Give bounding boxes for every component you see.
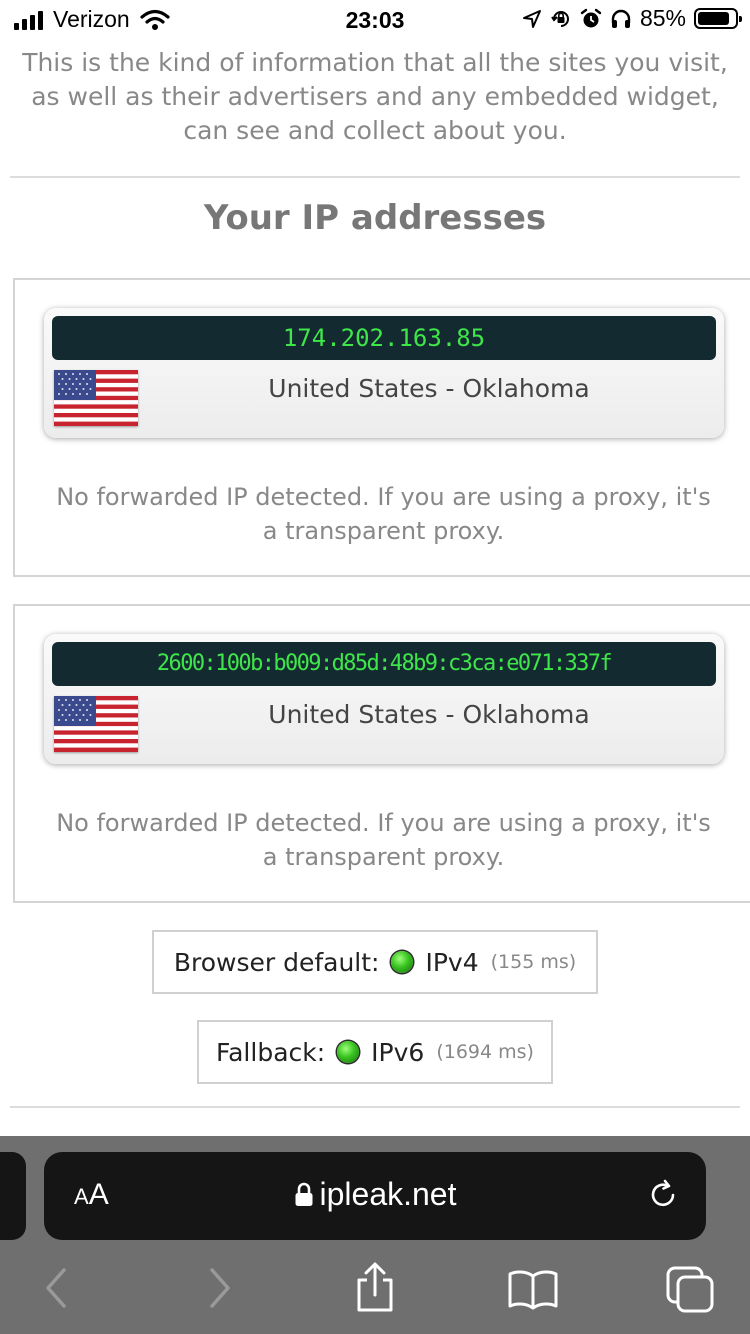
fallback-box: Fallback: IPv6 (1694 ms) — [197, 1020, 553, 1084]
lock-icon — [295, 1182, 312, 1206]
forwarded-ip-note: No forwarded IP detected. If you are usi… — [56, 483, 711, 545]
back-icon[interactable] — [40, 1266, 74, 1310]
intro-text: This is the kind of information that all… — [22, 48, 728, 145]
orientation-lock-icon — [551, 10, 569, 27]
browser-default-box: Browser default: IPv4 (155 ms) — [152, 930, 598, 994]
status-led-icon — [391, 951, 414, 973]
fallback-protocol: IPv6 — [371, 1037, 425, 1067]
fallback-latency: (1694 ms) — [436, 1041, 534, 1063]
browser-default-protocol: IPv4 — [425, 947, 479, 977]
address-bar[interactable]: AA ipleak.net — [44, 1152, 706, 1240]
share-icon[interactable] — [352, 1262, 398, 1314]
tabs-icon[interactable] — [664, 1264, 716, 1314]
alarm-icon — [580, 8, 602, 27]
ip-location: United States - Oklahoma — [268, 374, 590, 403]
ip-address: 174.202.163.85 — [52, 316, 716, 360]
ip-panel-ipv6: 2600:100b:b009:d85d:48b9:c3ca:e071:337f — [13, 604, 750, 903]
browser-default-latency: (155 ms) — [490, 951, 577, 973]
forwarded-ip-note: No forwarded IP detected. If you are usi… — [56, 809, 711, 871]
bookmarks-icon[interactable] — [506, 1268, 560, 1310]
ip-location: United States - Oklahoma — [268, 700, 590, 729]
url-display[interactable]: ipleak.net — [44, 1176, 706, 1213]
divider — [10, 1106, 740, 1108]
browser-default-label: Browser default: — [173, 947, 380, 977]
headphones-icon — [611, 9, 631, 28]
ip-panel-ipv4: 174.202.163.85 United States - Oklahoma … — [13, 278, 750, 577]
fallback-label: Fallback: — [216, 1037, 326, 1067]
ip-card: 174.202.163.85 United States - Oklahoma — [44, 308, 724, 438]
ip-card: 2600:100b:b009:d85d:48b9:c3ca:e071:337f — [44, 634, 724, 764]
us-flag-icon — [54, 696, 138, 752]
url-text: ipleak.net — [319, 1176, 457, 1212]
divider — [10, 176, 740, 178]
battery-percent: 85% — [639, 5, 686, 31]
location-arrow-icon — [522, 9, 541, 28]
status-bar: Verizon 23:03 85% — [0, 0, 750, 40]
battery-icon — [694, 8, 742, 29]
status-led-icon — [337, 1041, 360, 1063]
reload-icon[interactable] — [646, 1178, 680, 1212]
previous-tab-preview[interactable] — [0, 1152, 26, 1240]
us-flag-icon — [54, 370, 138, 426]
browser-toolbar — [0, 1256, 750, 1326]
browser-bottom-bar: AA ipleak.net — [0, 1136, 750, 1334]
section-title: Your IP addresses — [203, 198, 547, 238]
battery-fill — [698, 12, 729, 25]
forward-icon[interactable] — [202, 1266, 236, 1310]
ip-address: 2600:100b:b009:d85d:48b9:c3ca:e071:337f — [52, 642, 716, 686]
status-bar-right: 85% — [522, 5, 742, 32]
